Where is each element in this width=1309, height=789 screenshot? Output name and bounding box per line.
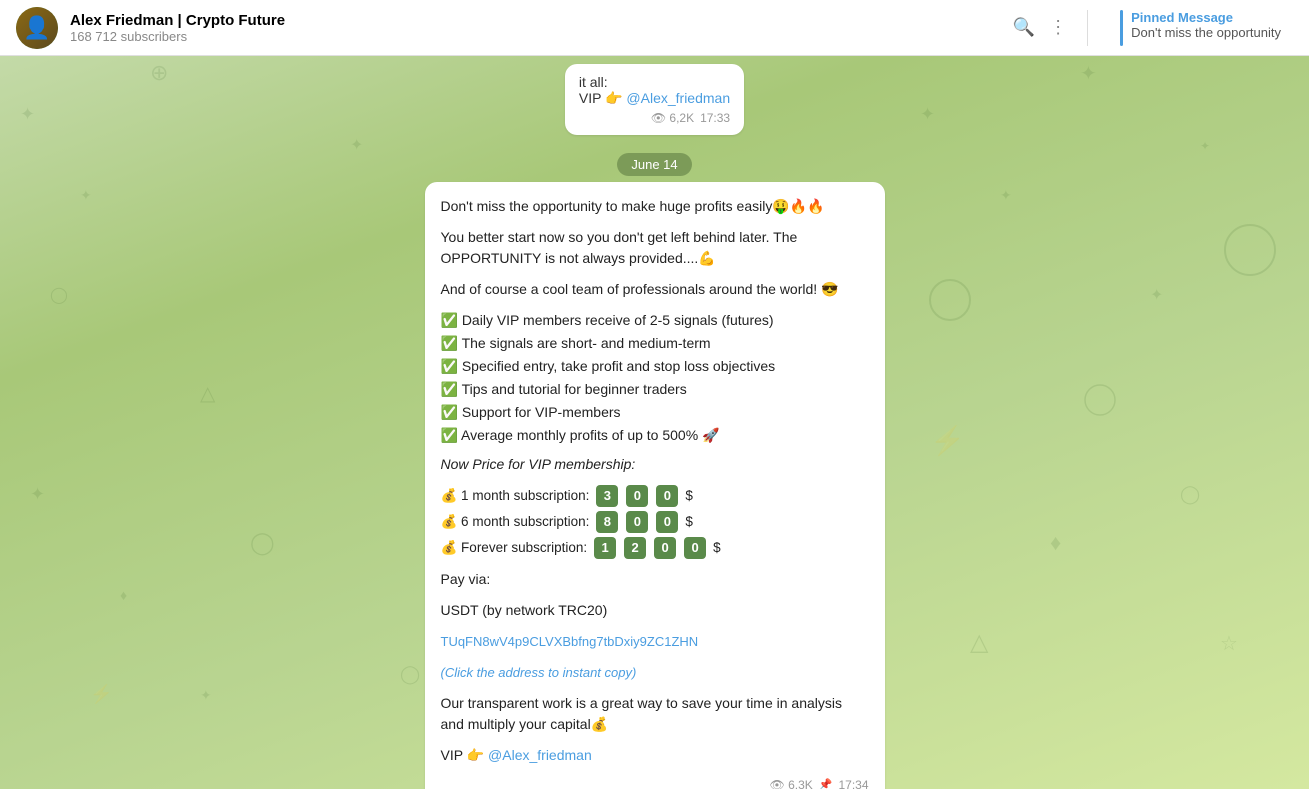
digit-1200-3: 0 — [684, 537, 706, 559]
pinned-label: Pinned Message — [1131, 10, 1281, 25]
avatar: 👤 — [16, 7, 58, 49]
top-bar-actions: 🔍 ⋮ — [1013, 17, 1067, 38]
check-item-2: ✅ The signals are short- and medium-term — [441, 333, 869, 354]
digit-8-2: 0 — [656, 511, 678, 533]
digit-3-0: 3 — [596, 485, 618, 507]
pinned-text: Don't miss the opportunity — [1131, 25, 1281, 40]
messages-wrapper: Don't miss the opportunity to make huge … — [0, 182, 1309, 789]
check-item-6: ✅ Average monthly profits of up to 500% … — [441, 425, 869, 446]
message-meta-top: 👁 6,2K 17:33 — [579, 111, 730, 125]
digit-8-0: 8 — [596, 511, 618, 533]
channel-info: 👤 Alex Friedman | Crypto Future 168 712 … — [16, 7, 285, 49]
check-item-4: ✅ Tips and tutorial for beginner traders — [441, 379, 869, 400]
message-top: it all: VIP 👉 @Alex_friedman 👁 6,2K 17:3… — [565, 64, 744, 135]
pinned-content: Pinned Message Don't miss the opportunit… — [1131, 10, 1281, 40]
digit-3-2: 0 — [656, 485, 678, 507]
price-row-1: 💰 1 month subscription: 3 0 0 $ — [441, 485, 869, 507]
price-section: Now Price for VIP membership: 💰 1 month … — [441, 454, 869, 559]
headline: Don't miss the opportunity to make huge … — [441, 196, 869, 217]
digit-1200-2: 0 — [654, 537, 676, 559]
price-label: Now Price for VIP membership: — [441, 454, 869, 475]
vip-link-top[interactable]: @Alex_friedman — [626, 90, 730, 106]
pin-icon: 📌 — [819, 777, 833, 789]
pinned-bar — [1120, 10, 1123, 46]
channel-subscribers: 168 712 subscribers — [70, 29, 285, 44]
message-top-text: it all: VIP 👉 @Alex_friedman — [579, 74, 730, 107]
check-item-5: ✅ Support for VIP-members — [441, 402, 869, 423]
message-top-prefix: it all: — [579, 74, 608, 90]
search-icon[interactable]: 🔍 — [1013, 17, 1035, 38]
channel-text: Alex Friedman | Crypto Future 168 712 su… — [70, 12, 285, 44]
channel-name: Alex Friedman | Crypto Future — [70, 12, 285, 29]
message-main: Don't miss the opportunity to make huge … — [425, 182, 885, 789]
vip-link-bottom[interactable]: @Alex_friedman — [488, 747, 592, 763]
click-copy: (Click the address to instant copy) — [441, 662, 869, 683]
check-item-3: ✅ Specified entry, take profit and stop … — [441, 356, 869, 377]
message-footer: 👁 6,3K 📌 17:34 — [441, 776, 869, 789]
vip-line-bottom: VIP 👉 @Alex_friedman — [441, 745, 869, 766]
para2: And of course a cool team of professiona… — [441, 279, 869, 300]
para-bottom: Our transparent work is a great way to s… — [441, 693, 869, 735]
digit-8-1: 0 — [626, 511, 648, 533]
crypto-address-link[interactable]: TUqFN8wV4p9CLVXBbfng7tbDxiy9ZC1ZHN — [441, 634, 699, 649]
avatar-image: 👤 — [16, 7, 58, 49]
checklist: ✅ Daily VIP members receive of 2-5 signa… — [441, 310, 869, 446]
check-item-1: ✅ Daily VIP members receive of 2-5 signa… — [441, 310, 869, 331]
pinned-message[interactable]: Pinned Message Don't miss the opportunit… — [1108, 10, 1293, 46]
time-bottom: 17:34 — [838, 776, 868, 789]
pay-via: Pay via: — [441, 569, 869, 590]
digit-3-1: 0 — [626, 485, 648, 507]
crypto-address-container: TUqFN8wV4p9CLVXBbfng7tbDxiy9ZC1ZHN — [441, 631, 869, 652]
views-count-top: 👁 6,2K — [651, 111, 694, 125]
price-row-2: 💰 6 month subscription: 8 0 0 $ — [441, 511, 869, 533]
digit-1200-0: 1 — [594, 537, 616, 559]
content-area: it all: VIP 👉 @Alex_friedman 👁 6,2K 17:3… — [0, 56, 1309, 789]
date-badge-container: June 14 — [0, 143, 1309, 182]
date-badge: June 14 — [617, 153, 691, 176]
digit-1200-1: 2 — [624, 537, 646, 559]
price-row-3: 💰 Forever subscription: 1 2 0 0 $ — [441, 537, 869, 559]
vip-line-top: VIP 👉 — [579, 90, 627, 106]
pay-method: USDT (by network TRC20) — [441, 600, 869, 621]
more-icon[interactable]: ⋮ — [1049, 17, 1067, 38]
time-top: 17:33 — [700, 111, 730, 125]
divider — [1087, 10, 1088, 46]
views-bottom: 👁 6,3K — [770, 776, 813, 789]
top-bar: 👤 Alex Friedman | Crypto Future 168 712 … — [0, 0, 1309, 56]
para1: You better start now so you don't get le… — [441, 227, 869, 269]
top-bar-right: 🔍 ⋮ Pinned Message Don't miss the opport… — [1013, 10, 1293, 46]
